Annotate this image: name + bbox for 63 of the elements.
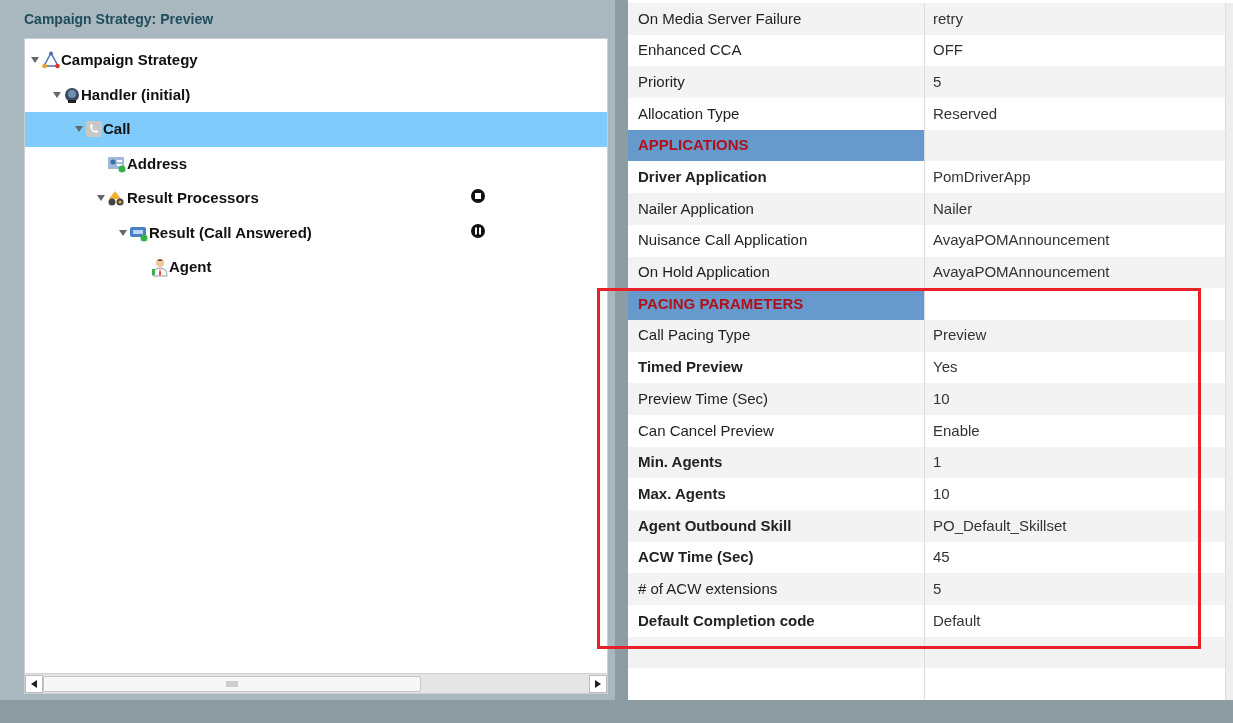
property-value: Yes bbox=[933, 357, 958, 378]
scroll-thumb[interactable] bbox=[43, 675, 421, 692]
expanded-arrow-icon[interactable] bbox=[119, 228, 129, 237]
property-value: OFF bbox=[933, 40, 963, 61]
property-label: Default Completion code bbox=[638, 610, 815, 631]
property-label: Nuisance Call Application bbox=[638, 230, 808, 251]
tree-item[interactable]: Result (Call Answered) bbox=[25, 215, 607, 250]
property-value: retry bbox=[933, 8, 963, 29]
property-value: 1 bbox=[933, 452, 942, 473]
pause-icon[interactable] bbox=[471, 223, 485, 238]
property-value: AvayaPOMAnnouncement bbox=[933, 262, 1110, 283]
property-value: Default bbox=[933, 610, 981, 631]
tree-item[interactable]: Call bbox=[25, 112, 607, 147]
property-label: Can Cancel Preview bbox=[638, 420, 774, 441]
property-label: On Media Server Failure bbox=[638, 8, 802, 29]
headset-icon bbox=[63, 85, 81, 104]
triangle-nodes-icon bbox=[41, 51, 61, 70]
property-label: Min. Agents bbox=[638, 452, 723, 473]
property-label: Call Pacing Type bbox=[638, 325, 751, 346]
phone-icon bbox=[85, 120, 103, 139]
property-value: Enable bbox=[933, 420, 980, 441]
property-label: Driver Application bbox=[638, 167, 767, 188]
tree-item[interactable]: Handler (initial) bbox=[25, 77, 607, 112]
stop-icon[interactable] bbox=[471, 189, 485, 203]
property-value: PomDriverApp bbox=[933, 167, 1031, 188]
property-label: Agent Outbound Skill bbox=[638, 515, 792, 536]
expanded-arrow-icon[interactable] bbox=[75, 125, 85, 134]
property-label: Priority bbox=[638, 71, 685, 92]
property-label: Allocation Type bbox=[638, 103, 740, 124]
property-value: Nailer bbox=[933, 198, 973, 219]
address-card-icon bbox=[107, 154, 127, 173]
property-label: Timed Preview bbox=[638, 357, 743, 378]
property-label: Preview Time (Sec) bbox=[638, 388, 769, 409]
tree-item[interactable]: Address bbox=[25, 146, 607, 181]
property-label: ACW Time (Sec) bbox=[638, 547, 754, 568]
property-label: On Hold Application bbox=[638, 262, 770, 283]
property-label: Enhanced CCA bbox=[638, 40, 742, 61]
property-value: PO_Default_Skillset bbox=[933, 515, 1067, 536]
expanded-arrow-icon[interactable] bbox=[31, 56, 41, 65]
tree-item[interactable]: Agent bbox=[25, 250, 607, 285]
scroll-right-icon[interactable] bbox=[589, 674, 607, 693]
property-label: Nailer Application bbox=[638, 198, 754, 219]
property-value: 5 bbox=[933, 578, 942, 599]
tree-item[interactable]: Result Processors bbox=[25, 181, 607, 216]
property-value: 10 bbox=[933, 388, 950, 409]
expanded-arrow-icon[interactable] bbox=[97, 194, 107, 203]
property-value: Reserved bbox=[933, 103, 998, 124]
property-label: # of ACW extensions bbox=[638, 578, 778, 599]
property-value: 45 bbox=[933, 547, 950, 568]
property-value: 10 bbox=[933, 483, 950, 504]
property-value: 5 bbox=[933, 71, 942, 92]
vertical-scrollbar[interactable] bbox=[1225, 3, 1233, 700]
property-label: Max. Agents bbox=[638, 483, 726, 504]
horizontal-scrollbar[interactable] bbox=[25, 673, 607, 693]
property-value: AvayaPOMAnnouncement bbox=[933, 230, 1110, 251]
section-header: PACING PARAMETERS bbox=[638, 293, 804, 314]
property-value: Preview bbox=[933, 325, 987, 346]
agent-icon bbox=[151, 257, 169, 278]
section-header: APPLICATIONS bbox=[638, 135, 749, 156]
scroll-left-icon[interactable] bbox=[25, 674, 43, 693]
panel-title: Campaign Strategy: Preview bbox=[24, 9, 214, 29]
expanded-arrow-icon[interactable] bbox=[53, 90, 63, 99]
tree-item[interactable]: Campaign Strategy bbox=[25, 43, 607, 78]
